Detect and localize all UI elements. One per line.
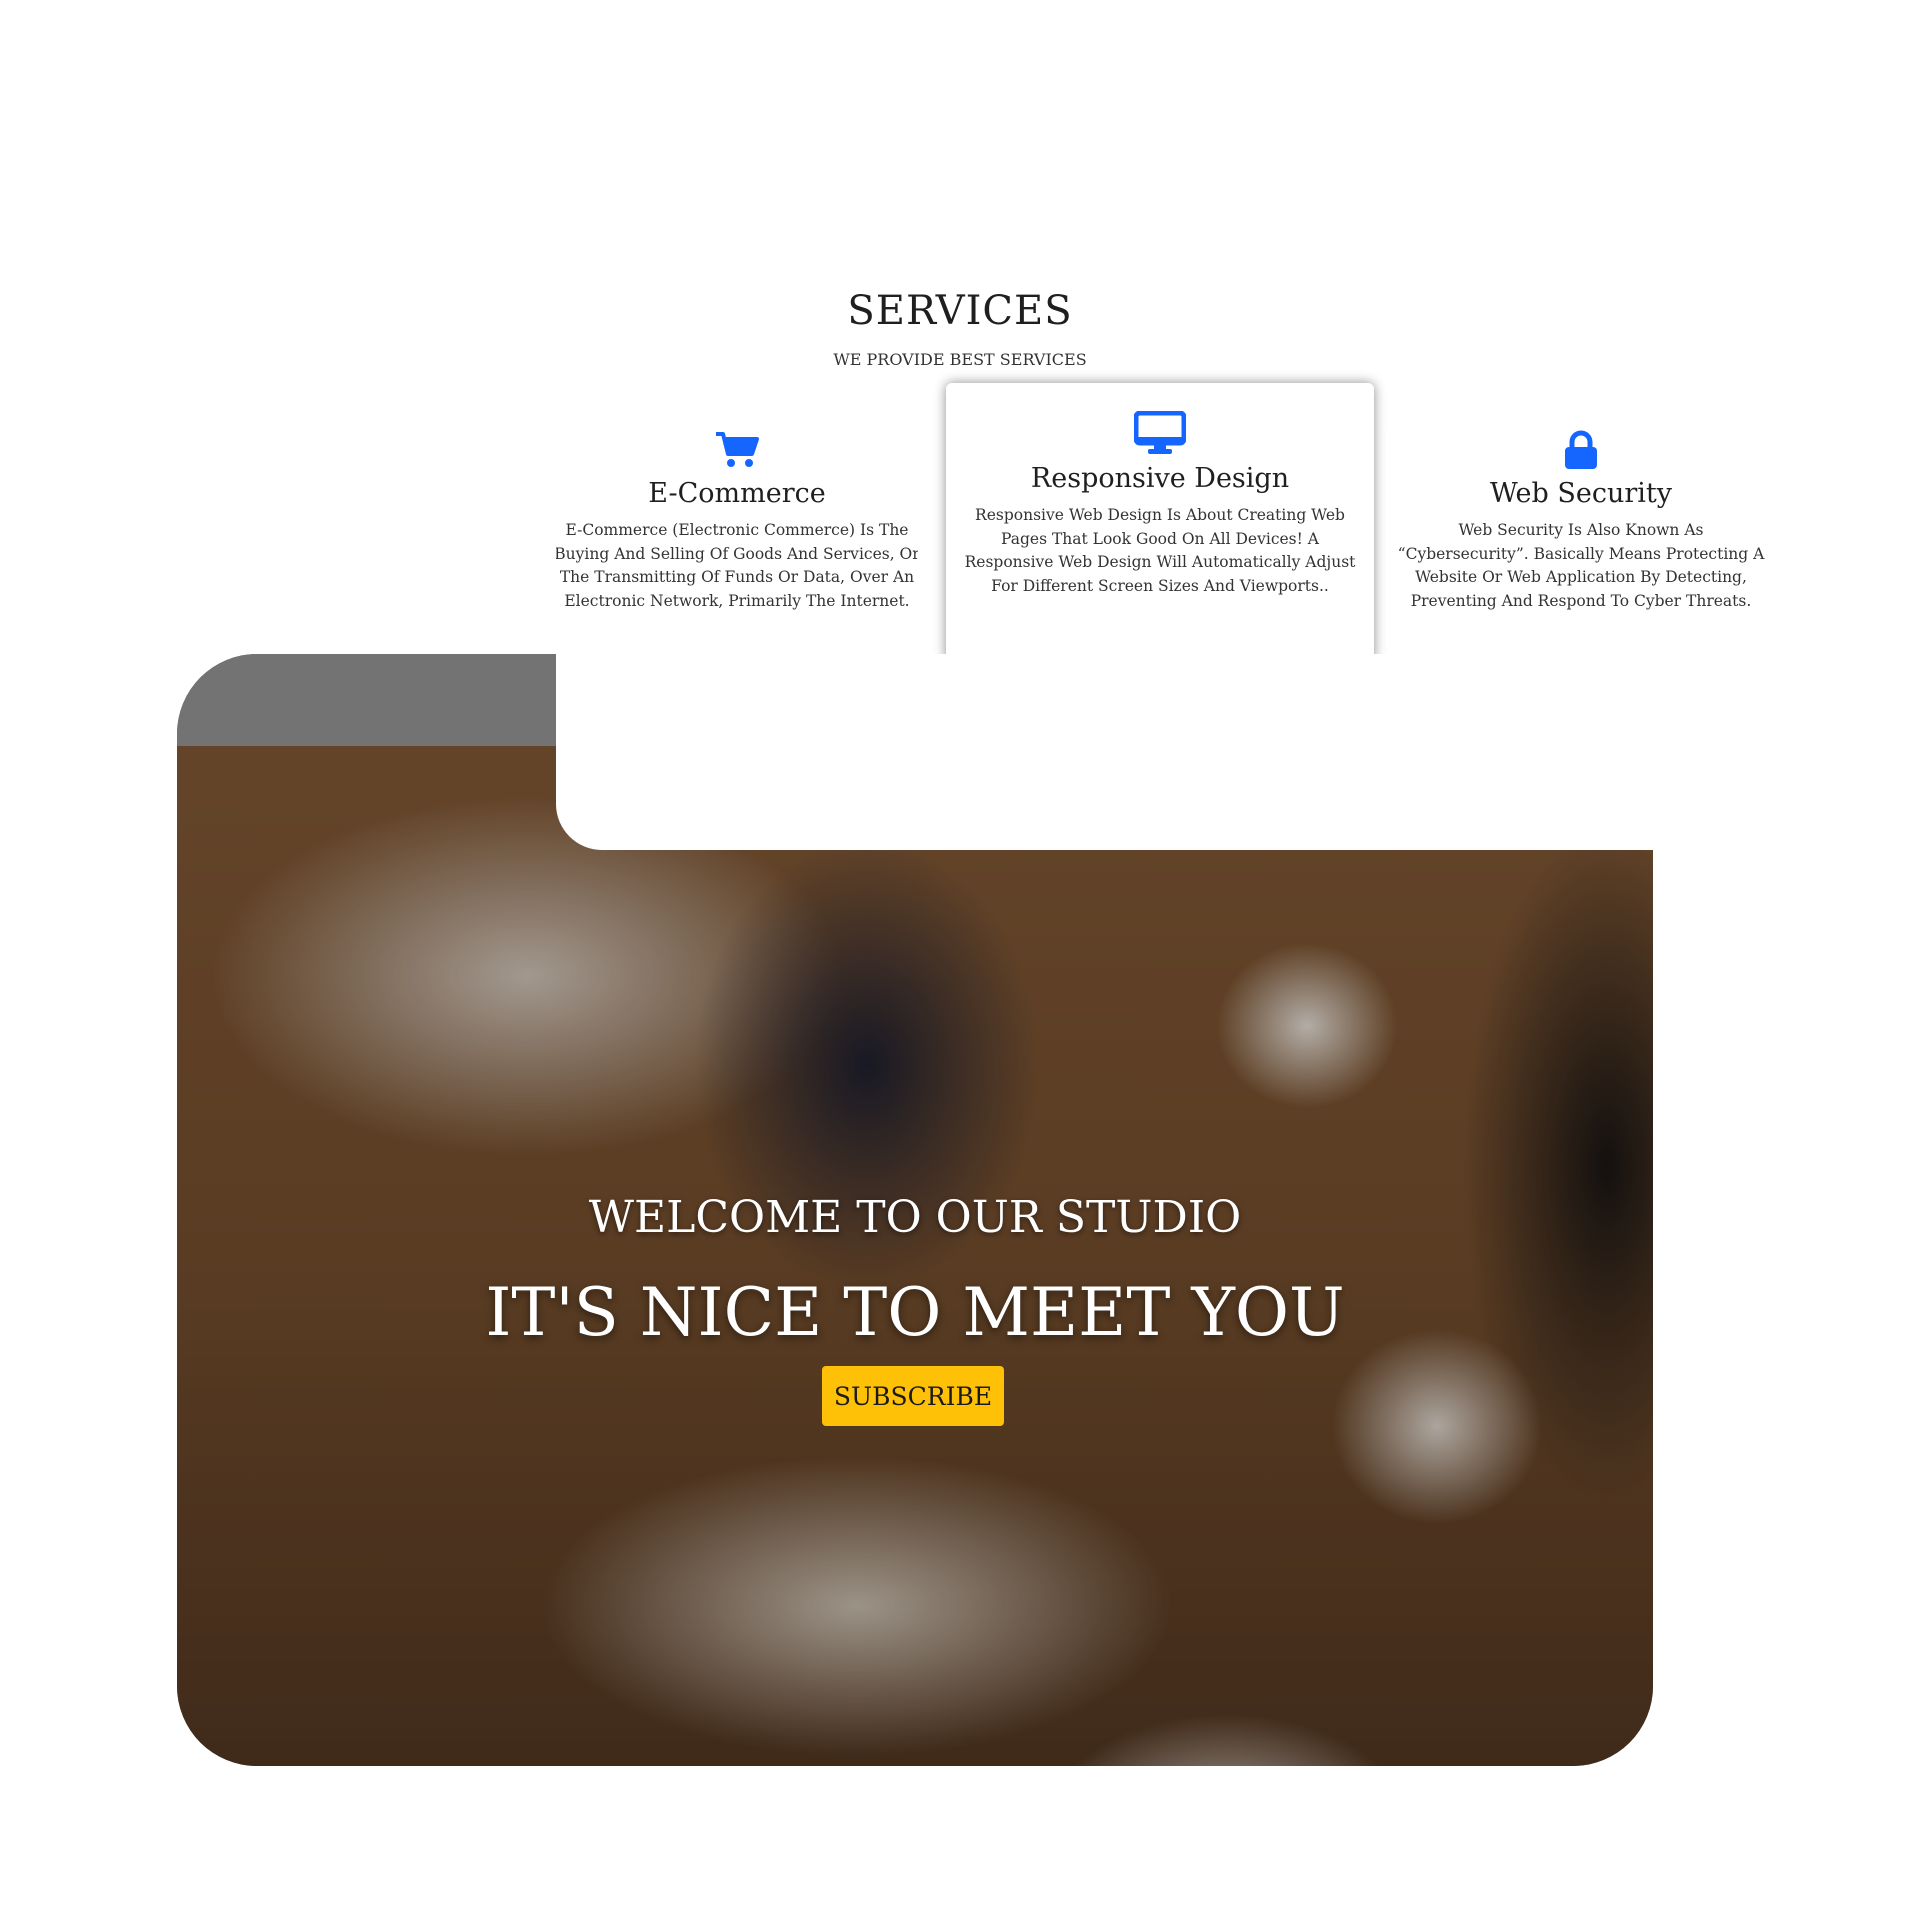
service-card-title: Responsive Design — [1030, 463, 1290, 494]
services-subtitle: WE PROVIDE BEST SERVICES — [833, 350, 1087, 369]
service-card-text: E-Commerce (Electronic Commerce) Is The … — [556, 521, 918, 610]
lock-icon — [1386, 430, 1776, 474]
hero-notch-cutout — [556, 654, 1654, 850]
subscribe-button[interactable]: SUBSCRIBE — [822, 1366, 1004, 1426]
service-card-text: Web Security Is Also Known As “Cybersecu… — [1397, 521, 1765, 610]
services-title: SERVICES — [847, 288, 1073, 334]
service-card-responsive-design: Responsive Design Responsive Web Design … — [946, 383, 1374, 663]
page: SERVICES WE PROVIDE BEST SERVICES E-Comm… — [0, 0, 1920, 1920]
hero-welcome-text: WELCOME TO OUR STUDIO — [588, 1192, 1242, 1243]
service-card-title: E-Commerce — [648, 478, 826, 509]
desktop-monitor-icon — [946, 410, 1374, 459]
hero-headline: IT'S NICE TO MEET YOU — [485, 1274, 1345, 1351]
shopping-cart-icon — [556, 430, 918, 474]
service-card-text: Responsive Web Design Is About Creating … — [964, 506, 1356, 595]
service-card-web-security: Web Security Web Security Is Also Known … — [1386, 430, 1776, 650]
service-card-title: Web Security — [1489, 478, 1673, 509]
service-card-ecommerce: E-Commerce E-Commerce (Electronic Commer… — [556, 430, 918, 650]
